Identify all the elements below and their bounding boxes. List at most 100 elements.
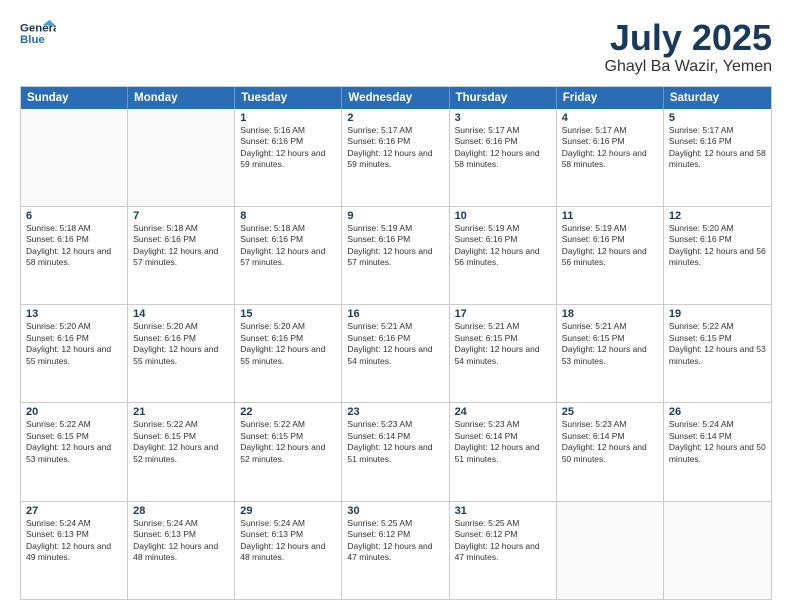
day-number: 13 — [26, 308, 122, 320]
day-info: Sunrise: 5:16 AM Sunset: 6:16 PM Dayligh… — [240, 125, 336, 171]
day-cell-26: 26Sunrise: 5:24 AM Sunset: 6:14 PM Dayli… — [664, 403, 771, 500]
day-info: Sunrise: 5:17 AM Sunset: 6:16 PM Dayligh… — [669, 125, 766, 171]
day-info: Sunrise: 5:21 AM Sunset: 6:15 PM Dayligh… — [455, 321, 551, 367]
day-cell-9: 9Sunrise: 5:19 AM Sunset: 6:16 PM Daylig… — [342, 207, 449, 304]
logo-icon: General Blue — [20, 18, 56, 48]
day-cell-1: 1Sunrise: 5:16 AM Sunset: 6:16 PM Daylig… — [235, 109, 342, 206]
day-info: Sunrise: 5:24 AM Sunset: 6:13 PM Dayligh… — [133, 518, 229, 564]
day-cell-28: 28Sunrise: 5:24 AM Sunset: 6:13 PM Dayli… — [128, 502, 235, 599]
day-info: Sunrise: 5:17 AM Sunset: 6:16 PM Dayligh… — [455, 125, 551, 171]
day-number: 19 — [669, 308, 766, 320]
day-number: 21 — [133, 406, 229, 418]
calendar-title: July 2025 — [605, 18, 773, 58]
day-number: 1 — [240, 112, 336, 124]
header-day-wednesday: Wednesday — [342, 87, 449, 109]
day-number: 31 — [455, 505, 551, 517]
day-info: Sunrise: 5:18 AM Sunset: 6:16 PM Dayligh… — [240, 223, 336, 269]
day-info: Sunrise: 5:19 AM Sunset: 6:16 PM Dayligh… — [562, 223, 658, 269]
day-cell-18: 18Sunrise: 5:21 AM Sunset: 6:15 PM Dayli… — [557, 305, 664, 402]
day-number: 20 — [26, 406, 122, 418]
day-number: 7 — [133, 210, 229, 222]
day-info: Sunrise: 5:18 AM Sunset: 6:16 PM Dayligh… — [133, 223, 229, 269]
day-number: 17 — [455, 308, 551, 320]
day-number: 9 — [347, 210, 443, 222]
day-cell-6: 6Sunrise: 5:18 AM Sunset: 6:16 PM Daylig… — [21, 207, 128, 304]
day-number: 18 — [562, 308, 658, 320]
day-number: 23 — [347, 406, 443, 418]
day-number: 5 — [669, 112, 766, 124]
header: General Blue July 2025 Ghayl Ba Wazir, Y… — [20, 18, 772, 76]
page: General Blue July 2025 Ghayl Ba Wazir, Y… — [0, 0, 792, 612]
calendar-week-2: 13Sunrise: 5:20 AM Sunset: 6:16 PM Dayli… — [21, 305, 771, 403]
day-number: 22 — [240, 406, 336, 418]
day-cell-30: 30Sunrise: 5:25 AM Sunset: 6:12 PM Dayli… — [342, 502, 449, 599]
day-number: 26 — [669, 406, 766, 418]
day-info: Sunrise: 5:22 AM Sunset: 6:15 PM Dayligh… — [26, 419, 122, 465]
header-day-saturday: Saturday — [664, 87, 771, 109]
day-number: 28 — [133, 505, 229, 517]
day-cell-23: 23Sunrise: 5:23 AM Sunset: 6:14 PM Dayli… — [342, 403, 449, 500]
day-number: 29 — [240, 505, 336, 517]
calendar-subtitle: Ghayl Ba Wazir, Yemen — [605, 58, 773, 76]
header-day-sunday: Sunday — [21, 87, 128, 109]
day-cell-19: 19Sunrise: 5:22 AM Sunset: 6:15 PM Dayli… — [664, 305, 771, 402]
day-info: Sunrise: 5:19 AM Sunset: 6:16 PM Dayligh… — [347, 223, 443, 269]
day-info: Sunrise: 5:20 AM Sunset: 6:16 PM Dayligh… — [240, 321, 336, 367]
day-info: Sunrise: 5:17 AM Sunset: 6:16 PM Dayligh… — [562, 125, 658, 171]
header-day-tuesday: Tuesday — [235, 87, 342, 109]
day-info: Sunrise: 5:24 AM Sunset: 6:14 PM Dayligh… — [669, 419, 766, 465]
day-number: 27 — [26, 505, 122, 517]
day-cell-14: 14Sunrise: 5:20 AM Sunset: 6:16 PM Dayli… — [128, 305, 235, 402]
header-day-friday: Friday — [557, 87, 664, 109]
day-info: Sunrise: 5:20 AM Sunset: 6:16 PM Dayligh… — [26, 321, 122, 367]
day-cell-25: 25Sunrise: 5:23 AM Sunset: 6:14 PM Dayli… — [557, 403, 664, 500]
day-info: Sunrise: 5:17 AM Sunset: 6:16 PM Dayligh… — [347, 125, 443, 171]
day-info: Sunrise: 5:25 AM Sunset: 6:12 PM Dayligh… — [455, 518, 551, 564]
day-cell-17: 17Sunrise: 5:21 AM Sunset: 6:15 PM Dayli… — [450, 305, 557, 402]
day-info: Sunrise: 5:24 AM Sunset: 6:13 PM Dayligh… — [26, 518, 122, 564]
day-info: Sunrise: 5:18 AM Sunset: 6:16 PM Dayligh… — [26, 223, 122, 269]
day-number: 25 — [562, 406, 658, 418]
empty-cell — [128, 109, 235, 206]
calendar: SundayMondayTuesdayWednesdayThursdayFrid… — [20, 86, 772, 600]
day-info: Sunrise: 5:22 AM Sunset: 6:15 PM Dayligh… — [240, 419, 336, 465]
day-info: Sunrise: 5:20 AM Sunset: 6:16 PM Dayligh… — [669, 223, 766, 269]
title-block: July 2025 Ghayl Ba Wazir, Yemen — [605, 18, 773, 76]
day-cell-4: 4Sunrise: 5:17 AM Sunset: 6:16 PM Daylig… — [557, 109, 664, 206]
day-info: Sunrise: 5:24 AM Sunset: 6:13 PM Dayligh… — [240, 518, 336, 564]
day-cell-29: 29Sunrise: 5:24 AM Sunset: 6:13 PM Dayli… — [235, 502, 342, 599]
day-cell-27: 27Sunrise: 5:24 AM Sunset: 6:13 PM Dayli… — [21, 502, 128, 599]
day-cell-12: 12Sunrise: 5:20 AM Sunset: 6:16 PM Dayli… — [664, 207, 771, 304]
day-number: 10 — [455, 210, 551, 222]
day-cell-8: 8Sunrise: 5:18 AM Sunset: 6:16 PM Daylig… — [235, 207, 342, 304]
day-cell-16: 16Sunrise: 5:21 AM Sunset: 6:16 PM Dayli… — [342, 305, 449, 402]
day-number: 11 — [562, 210, 658, 222]
empty-cell — [21, 109, 128, 206]
day-info: Sunrise: 5:23 AM Sunset: 6:14 PM Dayligh… — [347, 419, 443, 465]
day-cell-13: 13Sunrise: 5:20 AM Sunset: 6:16 PM Dayli… — [21, 305, 128, 402]
day-cell-21: 21Sunrise: 5:22 AM Sunset: 6:15 PM Dayli… — [128, 403, 235, 500]
day-cell-24: 24Sunrise: 5:23 AM Sunset: 6:14 PM Dayli… — [450, 403, 557, 500]
header-day-monday: Monday — [128, 87, 235, 109]
calendar-week-3: 20Sunrise: 5:22 AM Sunset: 6:15 PM Dayli… — [21, 403, 771, 501]
empty-cell — [557, 502, 664, 599]
day-number: 2 — [347, 112, 443, 124]
day-info: Sunrise: 5:25 AM Sunset: 6:12 PM Dayligh… — [347, 518, 443, 564]
calendar-body: 1Sunrise: 5:16 AM Sunset: 6:16 PM Daylig… — [21, 109, 771, 599]
day-cell-5: 5Sunrise: 5:17 AM Sunset: 6:16 PM Daylig… — [664, 109, 771, 206]
day-info: Sunrise: 5:23 AM Sunset: 6:14 PM Dayligh… — [455, 419, 551, 465]
day-number: 6 — [26, 210, 122, 222]
day-info: Sunrise: 5:21 AM Sunset: 6:16 PM Dayligh… — [347, 321, 443, 367]
day-number: 15 — [240, 308, 336, 320]
day-number: 30 — [347, 505, 443, 517]
day-cell-2: 2Sunrise: 5:17 AM Sunset: 6:16 PM Daylig… — [342, 109, 449, 206]
day-cell-3: 3Sunrise: 5:17 AM Sunset: 6:16 PM Daylig… — [450, 109, 557, 206]
calendar-header-row: SundayMondayTuesdayWednesdayThursdayFrid… — [21, 87, 771, 109]
calendar-week-1: 6Sunrise: 5:18 AM Sunset: 6:16 PM Daylig… — [21, 207, 771, 305]
day-number: 16 — [347, 308, 443, 320]
day-cell-15: 15Sunrise: 5:20 AM Sunset: 6:16 PM Dayli… — [235, 305, 342, 402]
calendar-week-0: 1Sunrise: 5:16 AM Sunset: 6:16 PM Daylig… — [21, 109, 771, 207]
day-number: 3 — [455, 112, 551, 124]
day-info: Sunrise: 5:21 AM Sunset: 6:15 PM Dayligh… — [562, 321, 658, 367]
day-number: 8 — [240, 210, 336, 222]
